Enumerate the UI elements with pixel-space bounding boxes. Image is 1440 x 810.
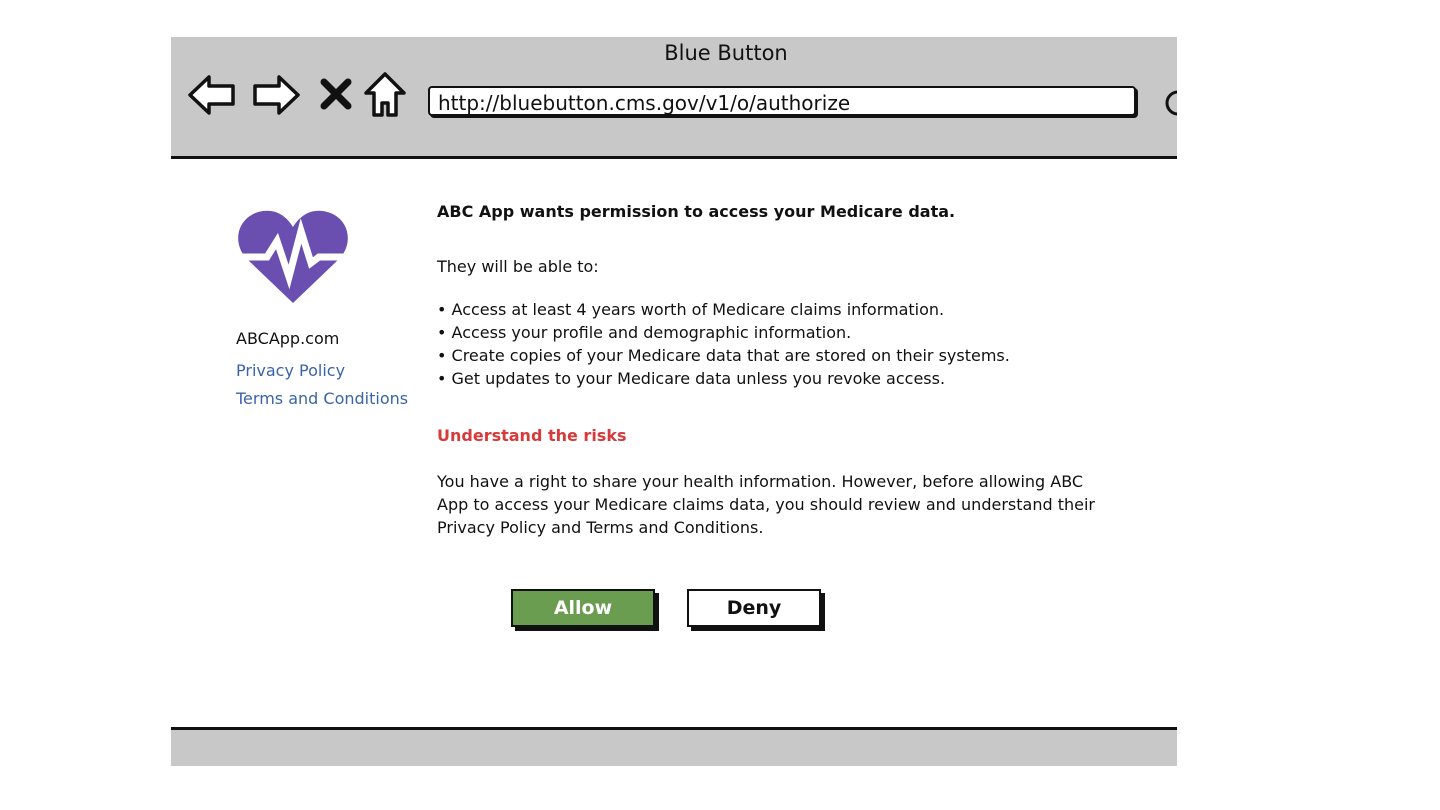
browser-toolbar: Blue Button http://bluebutton.cms.gov/v1… bbox=[171, 37, 1177, 159]
forward-arrow-icon[interactable] bbox=[251, 70, 301, 120]
terms-and-conditions-link[interactable]: Terms and Conditions bbox=[236, 389, 408, 408]
permission-item: Access at least 4 years worth of Medicar… bbox=[437, 298, 1010, 321]
privacy-policy-link[interactable]: Privacy Policy bbox=[236, 361, 345, 380]
home-icon[interactable] bbox=[363, 71, 407, 119]
browser-status-bar bbox=[171, 727, 1177, 766]
permission-list: Access at least 4 years worth of Medicar… bbox=[437, 298, 1010, 390]
permission-content: ABC App wants permission to access your … bbox=[437, 202, 1137, 537]
permission-heading: ABC App wants permission to access your … bbox=[437, 202, 956, 221]
browser-window: Blue Button http://bluebutton.cms.gov/v1… bbox=[171, 37, 1177, 766]
risk-description: You have a right to share your health in… bbox=[437, 472, 1095, 537]
deny-button[interactable]: Deny bbox=[687, 589, 821, 627]
partial-toolbar-icon[interactable] bbox=[1164, 88, 1177, 122]
risk-title: Understand the risks bbox=[437, 426, 627, 445]
permission-intro: They will be able to: bbox=[437, 257, 599, 276]
permission-item: Get updates to your Medicare data unless… bbox=[437, 367, 1010, 390]
site-name: ABCApp.com bbox=[236, 329, 340, 348]
address-bar[interactable]: http://bluebutton.cms.gov/v1/o/authorize bbox=[428, 86, 1136, 116]
back-arrow-icon[interactable] bbox=[187, 70, 237, 120]
window-title: Blue Button bbox=[664, 41, 788, 65]
allow-button[interactable]: Allow bbox=[511, 589, 655, 627]
permission-item: Create copies of your Medicare data that… bbox=[437, 344, 1010, 367]
heartbeat-heart-icon bbox=[235, 207, 351, 311]
permission-item: Access your profile and demographic info… bbox=[437, 321, 1010, 344]
close-x-icon[interactable] bbox=[319, 77, 353, 111]
